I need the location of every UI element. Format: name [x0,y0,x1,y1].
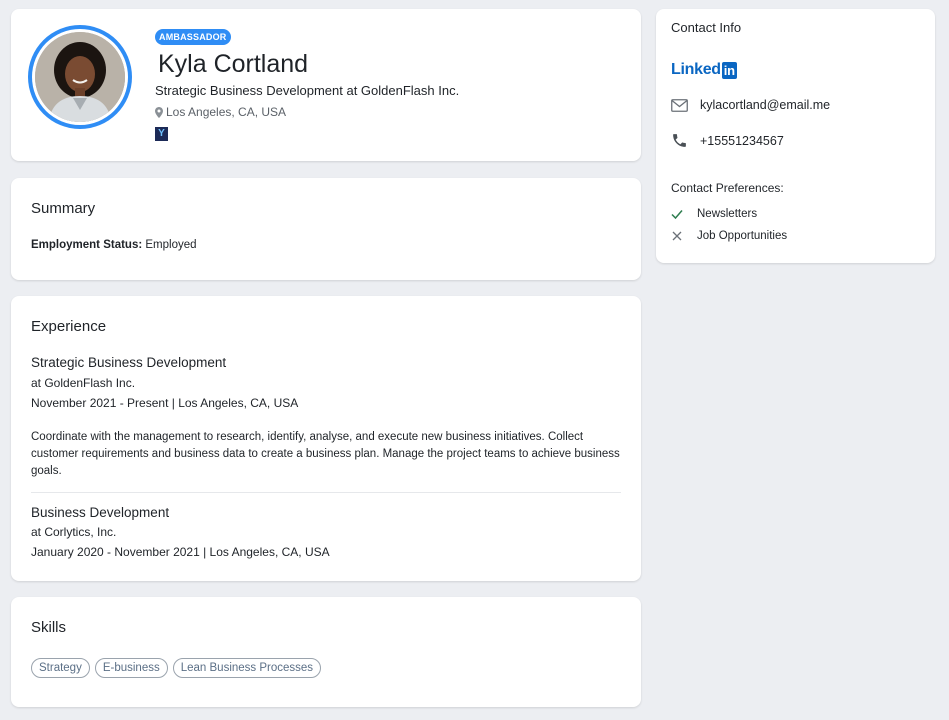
job-company: at GoldenFlash Inc. [31,376,136,390]
phone-row[interactable]: +15551234567 [671,132,784,149]
skills-card: Skills Strategy E-business Lean Business… [11,597,641,707]
profile-name: Kyla Cortland [158,50,309,78]
summary-card: Summary Employment Status: Employed [11,178,641,280]
job-title: Business Development [31,505,170,520]
avatar-photo [35,32,125,122]
linkedin-in-box: in [721,61,737,79]
y-logo-icon[interactable]: Y [155,127,168,141]
job-period: January 2020 - November 2021 | Los Angel… [31,545,330,559]
preferences-title: Contact Preferences: [671,181,784,195]
profile-location: Los Angeles, CA, USA [155,105,286,119]
contact-title: Contact Info [671,20,742,35]
preference-job-opportunities: Job Opportunities [671,230,787,242]
summary-title: Summary [31,200,96,217]
phone-text[interactable]: +15551234567 [700,134,784,148]
skill-chip[interactable]: Strategy [31,658,90,678]
profile-card: AMBASSADOR Kyla Cortland Strategic Busin… [11,9,641,161]
employment-status: Employment Status: Employed [31,239,197,251]
x-icon [672,231,682,241]
job-company: at Corlytics, Inc. [31,525,117,539]
job-period: November 2021 - Present | Los Angeles, C… [31,396,299,410]
experience-title: Experience [31,318,107,335]
employment-status-value: Employed [145,239,197,251]
email-icon [671,98,688,112]
employment-status-label: Employment Status: [31,239,143,251]
linkedin-icon[interactable]: Linked in [671,61,737,79]
linkedin-wordmark: Linked [671,61,721,78]
preference-label: Job Opportunities [697,230,788,242]
skills-title: Skills [31,619,67,636]
job-description: Coordinate with the management to resear… [31,431,620,477]
phone-icon [673,134,686,147]
skills-list: Strategy E-business Lean Business Proces… [31,658,322,678]
email-text[interactable]: kylacortland@email.me [700,98,830,112]
map-pin-icon [155,106,163,118]
location-text: Los Angeles, CA, USA [166,105,287,119]
job-divider [31,492,621,493]
preference-label: Newsletters [697,208,758,220]
contact-card: Contact Info Linked in kylacortland@emai… [656,9,935,263]
check-icon [671,210,683,220]
job-title: Strategic Business Development [31,355,227,370]
skill-chip[interactable]: Lean Business Processes [172,658,322,678]
ambassador-badge: AMBASSADOR [155,29,231,45]
avatar[interactable] [28,25,132,129]
experience-card: Experience Strategic Business Developmen… [11,296,641,581]
person-photo-icon [35,32,125,122]
avatar-frame [32,29,128,125]
email-row[interactable]: kylacortland@email.me [671,98,830,112]
preference-newsletters: Newsletters [671,208,757,220]
profile-headline: Strategic Business Development at Golden… [155,83,460,98]
skill-chip[interactable]: E-business [94,658,168,678]
